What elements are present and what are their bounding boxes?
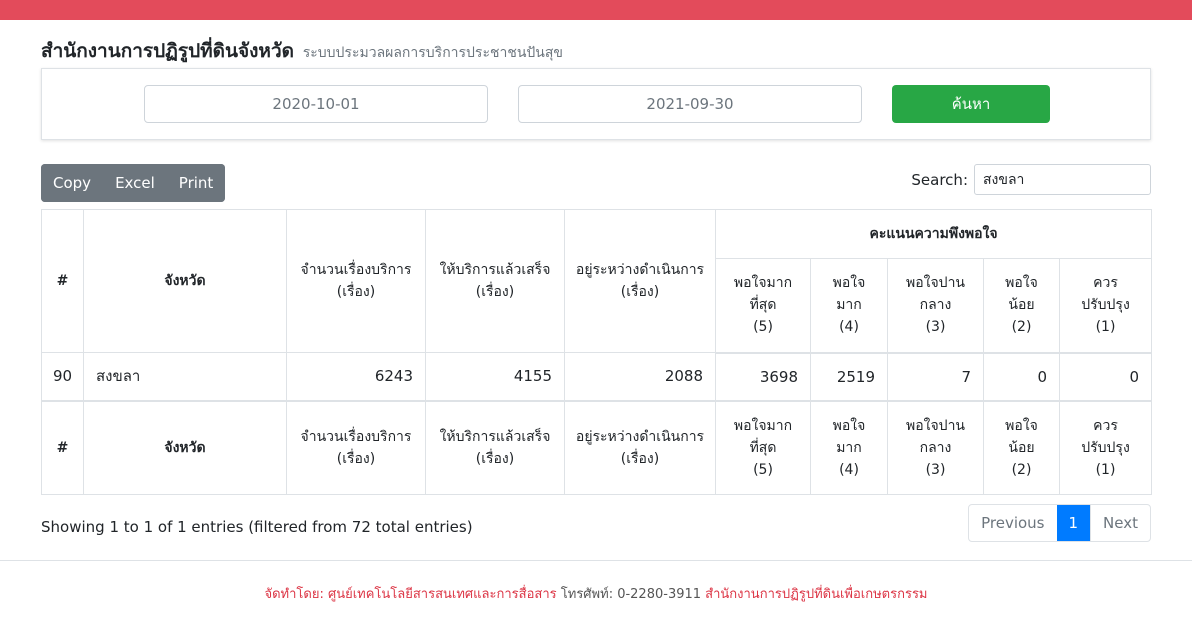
top-accent-bar (0, 0, 1192, 20)
cell-s5: 3698 (715, 352, 811, 401)
cell-s3: 7 (887, 352, 984, 401)
cell-done: 4155 (425, 352, 565, 401)
cell-s2: 0 (983, 352, 1060, 401)
header-s5[interactable]: พอใจมาก ที่สุด (5) (715, 258, 811, 354)
footer-header-s2: พอใจ น้อย (2) (983, 399, 1060, 495)
start-date-input[interactable] (144, 85, 488, 123)
end-date-input[interactable] (518, 85, 862, 123)
footer-org: สำนักงานการปฏิรูปที่ดินเพื่อเกษตรกรรม (705, 587, 928, 602)
cell-pending: 2088 (564, 352, 716, 401)
page-subtitle: ระบบประมวลผลการบริการประชาชนปันสุข (302, 45, 563, 61)
header-pending[interactable]: อยู่ระหว่างดำเนินการ (เรื่อง) (564, 209, 716, 353)
table-row: 90 สงขลา 6243 4155 2088 3698 2519 7 0 0 (41, 352, 1153, 401)
footer-header-done: ให้บริการแล้วเสร็จ (เรื่อง) (425, 399, 565, 495)
cell-s1: 0 (1058, 352, 1153, 401)
table-search-input[interactable] (974, 164, 1151, 195)
cell-num: 90 (41, 352, 84, 401)
header-s1[interactable]: ควร ปรับปรุง (1) (1058, 258, 1153, 354)
footer-header-total: จำนวนเรื่องบริการ (เรื่อง) (286, 399, 426, 495)
header-satisfaction-group: คะแนนความพึงพอใจ (714, 209, 1153, 259)
page-title-main: สำนักงานการปฏิรูปที่ดินจังหวัด (41, 40, 294, 62)
cell-s4: 2519 (810, 352, 888, 401)
cell-province: สงขลา (83, 352, 287, 401)
date-filter-card: ค้นหา (41, 68, 1151, 140)
footer-header-s1: ควร ปรับปรุง (1) (1058, 399, 1153, 495)
header-s2[interactable]: พอใจ น้อย (2) (983, 258, 1060, 354)
footer-credit: จัดทำโดย: ศูนย์เทคโนโลยีสารสนเทศและการสื… (264, 587, 557, 602)
excel-button[interactable]: Excel (103, 164, 167, 202)
next-button[interactable]: Next (1090, 505, 1150, 541)
table-info: Showing 1 to 1 of 1 entries (filtered fr… (41, 518, 473, 536)
copy-button[interactable]: Copy (41, 164, 104, 202)
footer-header-s3: พอใจปาน กลาง (3) (887, 399, 984, 495)
header-num[interactable]: # (41, 209, 84, 353)
search-button[interactable]: ค้นหา (892, 85, 1050, 123)
footer-phone: โทรศัพท์: 0-2280-3911 (560, 587, 702, 602)
header-done[interactable]: ให้บริการแล้วเสร็จ (เรื่อง) (425, 209, 565, 353)
page-button-1[interactable]: 1 (1056, 505, 1091, 541)
header-total[interactable]: จำนวนเรื่องบริการ (เรื่อง) (286, 209, 426, 353)
results-table: # จังหวัด จำนวนเรื่องบริการ (เรื่อง) ให้บ… (41, 209, 1153, 495)
footer-header-s4: พอใจ มาก (4) (810, 399, 888, 495)
footer-header-s5: พอใจมาก ที่สุด (5) (715, 399, 811, 495)
cell-total: 6243 (286, 352, 426, 401)
pagination: Previous 1 Next (968, 504, 1151, 542)
footer-header-province: จังหวัด (83, 399, 287, 495)
search-label: Search: (911, 170, 968, 189)
page-title: สำนักงานการปฏิรูปที่ดินจังหวัด ระบบประมว… (41, 36, 563, 66)
table-search: Search: (911, 164, 1151, 195)
footer-header-pending: อยู่ระหว่างดำเนินการ (เรื่อง) (564, 399, 716, 495)
header-province[interactable]: จังหวัด (83, 209, 287, 353)
header-s3[interactable]: พอใจปาน กลาง (3) (887, 258, 984, 354)
footer-header-num: # (41, 399, 84, 495)
print-button[interactable]: Print (166, 164, 226, 202)
export-button-group: Copy Excel Print (41, 164, 226, 202)
page-footer: จัดทำโดย: ศูนย์เทคโนโลยีสารสนเทศและการสื… (0, 560, 1192, 641)
previous-button[interactable]: Previous (969, 505, 1056, 541)
header-s4[interactable]: พอใจ มาก (4) (810, 258, 888, 354)
